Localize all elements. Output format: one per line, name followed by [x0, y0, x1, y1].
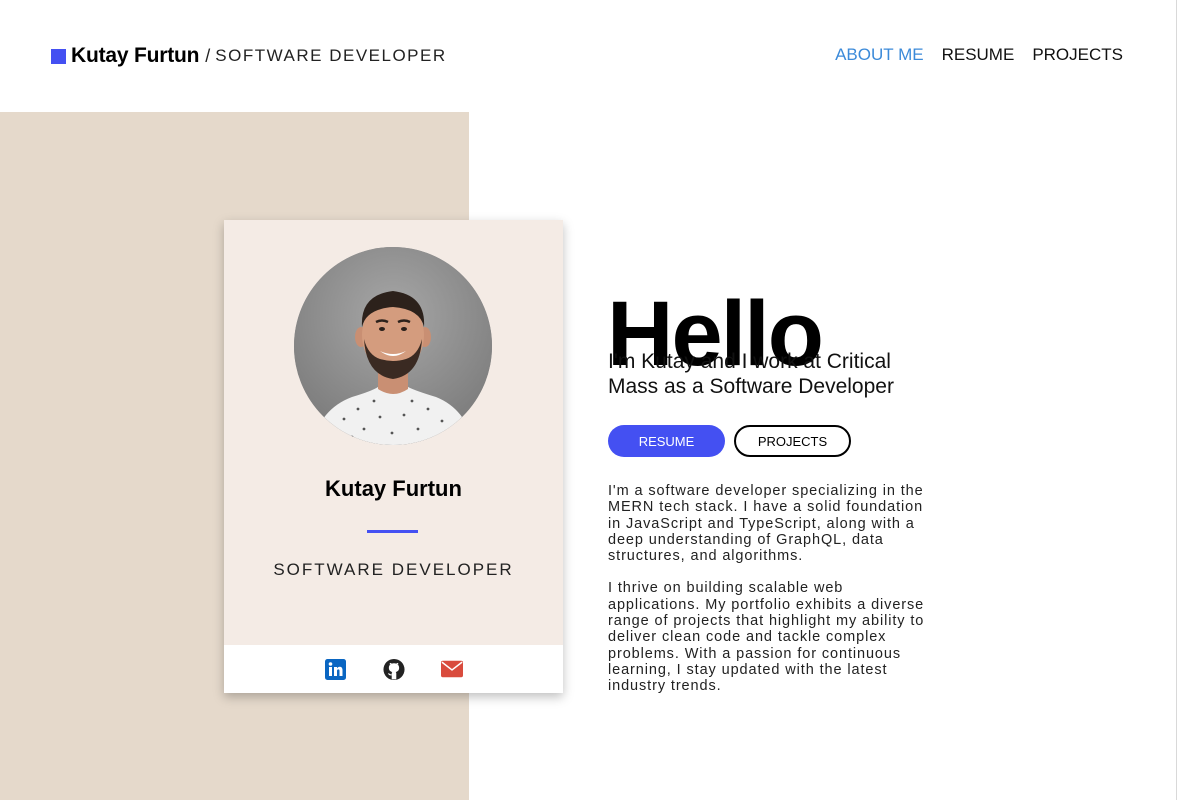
linkedin-icon[interactable] [325, 658, 347, 680]
card-divider [367, 530, 418, 533]
nav-projects[interactable]: PROJECTS [1032, 45, 1123, 65]
github-icon[interactable] [382, 658, 405, 680]
main-nav: ABOUT ME RESUME PROJECTS [835, 45, 1123, 65]
bio: I'm a software developer specializing in… [608, 483, 938, 711]
email-icon[interactable] [440, 658, 463, 680]
nav-about-me[interactable]: ABOUT ME [835, 45, 923, 65]
avatar [294, 247, 492, 445]
resume-button[interactable]: RESUME [608, 425, 725, 457]
brand-role: SOFTWARE DEVELOPER [215, 46, 447, 65]
brand-logo-square [51, 48, 66, 64]
profile-card: Kutay Furtun SOFTWARE DEVELOPER [224, 220, 563, 693]
brand-separator: / [205, 45, 211, 66]
brand[interactable]: Kutay Furtun / SOFTWARE DEVELOPER [51, 43, 447, 69]
bio-paragraph: I'm a software developer specializing in… [608, 483, 924, 565]
card-role: SOFTWARE DEVELOPER [273, 560, 514, 579]
site-header: Kutay Furtun / SOFTWARE DEVELOPER ABOUT … [0, 0, 1177, 112]
bio-paragraph: I thrive on building scalable web applic… [608, 580, 925, 695]
intro-text: I'm Kutay and I work at Critical Mass as… [608, 350, 894, 398]
brand-name: Kutay Furtun [71, 44, 200, 67]
avatar-photo [294, 247, 492, 445]
card-name: Kutay Furtun [325, 476, 462, 501]
social-links [224, 645, 563, 693]
projects-button[interactable]: PROJECTS [734, 425, 851, 457]
nav-resume[interactable]: RESUME [942, 45, 1015, 65]
